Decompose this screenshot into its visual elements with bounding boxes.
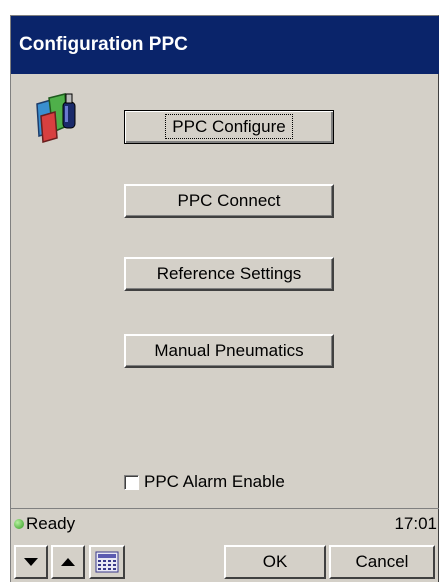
scroll-down-button[interactable] xyxy=(14,545,48,579)
ppc-configuration-icon xyxy=(31,86,81,146)
keypad-button[interactable] xyxy=(89,545,125,579)
arrow-up-icon xyxy=(61,558,75,566)
ppc-configure-button[interactable]: PPC Configure xyxy=(124,110,334,144)
ppc-connect-button[interactable]: PPC Connect xyxy=(124,184,334,218)
keypad-icon xyxy=(95,551,119,573)
configuration-window: Configuration PPC PPC Configure PPC Conn… xyxy=(10,15,439,582)
cancel-button[interactable]: Cancel xyxy=(329,545,435,579)
bottom-toolbar: OK Cancel xyxy=(11,539,439,583)
arrow-down-icon xyxy=(24,558,38,566)
ppc-alarm-enable[interactable]: PPC Alarm Enable xyxy=(124,471,285,493)
reference-settings-button[interactable]: Reference Settings xyxy=(124,257,334,291)
alarm-enable-label: PPC Alarm Enable xyxy=(144,472,285,491)
manual-pneumatics-button[interactable]: Manual Pneumatics xyxy=(124,334,334,368)
status-indicator-icon xyxy=(14,518,24,529)
status-bar: Ready 17:01 xyxy=(11,508,439,538)
window-title: Configuration PPC xyxy=(19,34,188,55)
scroll-up-button[interactable] xyxy=(51,545,85,579)
ok-button[interactable]: OK xyxy=(224,545,326,579)
status-time: 17:01 xyxy=(394,513,437,533)
alarm-enable-checkbox[interactable] xyxy=(124,474,139,490)
status-text: Ready xyxy=(26,513,76,533)
title-bar: Configuration PPC xyxy=(11,16,439,74)
